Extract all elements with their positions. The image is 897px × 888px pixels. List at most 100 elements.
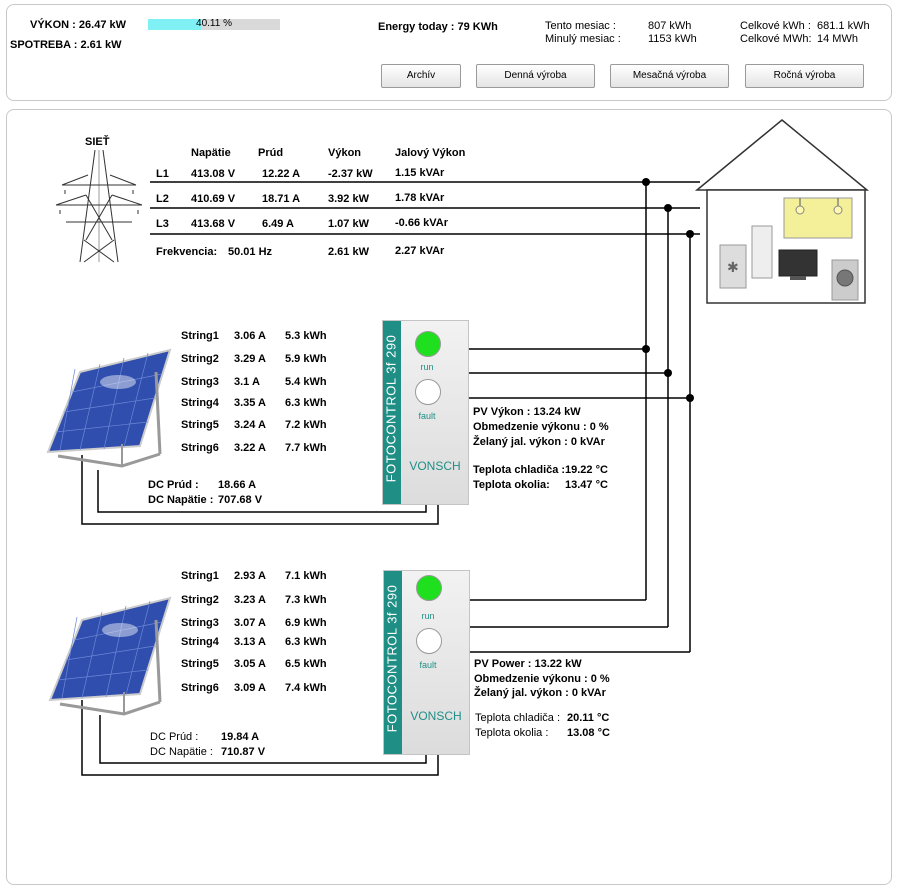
string-energy: 5.4 kWh bbox=[285, 376, 327, 388]
run-led-icon bbox=[416, 575, 442, 601]
phase-l2-reactive: 1.78 kVAr bbox=[395, 192, 445, 204]
col-prud: Prúd bbox=[258, 147, 284, 159]
string-energy: 7.3 kWh bbox=[285, 594, 327, 606]
string-name: String1 bbox=[181, 330, 219, 342]
string-name: String6 bbox=[181, 442, 219, 454]
grid-title: SIEŤ bbox=[85, 136, 110, 148]
dc-napatie-value-2: 710.87 V bbox=[221, 746, 266, 758]
string-name: String4 bbox=[181, 636, 219, 648]
obmedzenie-2: Obmedzenie výkonu : 0 % bbox=[474, 673, 610, 685]
inverter-model-strip: FOTOCONTROL 3f 290 bbox=[384, 571, 402, 754]
string-current: 3.09 A bbox=[234, 682, 267, 694]
dc-prud-value-2: 19.84 A bbox=[221, 731, 260, 743]
dc-napatie-value: 707.68 V bbox=[218, 494, 263, 506]
teplota-okolia-value-1: 13.47 °C bbox=[565, 479, 608, 491]
inverter-model-text: FOTOCONTROL 3f 290 bbox=[384, 584, 400, 733]
string-name: String5 bbox=[181, 658, 219, 670]
frekvencia-value: 50.01 Hz bbox=[228, 246, 273, 258]
string-energy: 6.3 kWh bbox=[285, 397, 327, 409]
string-energy: 7.1 kWh bbox=[285, 570, 327, 582]
pv-power-1: PV Výkon : 13.24 kW bbox=[473, 406, 581, 418]
phase-l3-current: 6.49 A bbox=[262, 218, 295, 230]
run-label: run bbox=[421, 611, 435, 621]
string-name: String3 bbox=[181, 376, 219, 388]
string-current: 3.35 A bbox=[234, 397, 267, 409]
phase-l2-label: L2 bbox=[156, 193, 169, 205]
dc-prud-value: 18.66 A bbox=[218, 479, 257, 491]
string-energy: 7.2 kWh bbox=[285, 419, 327, 431]
phase-l3-voltage: 413.68 V bbox=[191, 218, 236, 230]
string-name: String2 bbox=[181, 353, 219, 365]
string-name: String6 bbox=[181, 682, 219, 694]
phase-l3-label: L3 bbox=[156, 218, 169, 230]
teplota-okolia-label-2: Teplota okolia : bbox=[475, 727, 549, 739]
string-current: 3.1 A bbox=[234, 376, 260, 388]
solar-panel-icon-2 bbox=[48, 596, 172, 716]
teplota-chladica-label-1: Teplota chladiča : bbox=[473, 464, 566, 476]
string-energy: 7.7 kWh bbox=[285, 442, 327, 454]
string-current: 3.22 A bbox=[234, 442, 267, 454]
phase-l2-voltage: 410.69 V bbox=[191, 193, 236, 205]
inverter-model-text: FOTOCONTROL 3f 290 bbox=[383, 334, 399, 483]
run-label: run bbox=[420, 362, 434, 372]
string-name: String1 bbox=[181, 570, 219, 582]
total-power: 2.61 kW bbox=[328, 246, 369, 258]
string-name: String5 bbox=[181, 419, 219, 431]
phase-l2-current: 18.71 A bbox=[262, 193, 301, 205]
dc-napatie-label: DC Napätie : bbox=[148, 494, 214, 506]
string-energy: 5.9 kWh bbox=[285, 353, 327, 365]
string-name: String4 bbox=[181, 397, 219, 409]
col-jalovy-vykon: Jalový Výkon bbox=[395, 147, 466, 159]
string-name: String3 bbox=[181, 617, 219, 629]
svg-text:✱: ✱ bbox=[727, 259, 739, 275]
vonsch-logo: VONSCH bbox=[410, 709, 462, 723]
string-current: 3.29 A bbox=[234, 353, 267, 365]
string-current: 3.07 A bbox=[234, 617, 267, 629]
inverter-1-device: FOTOCONTROL 3f 290 run fault VONSCH bbox=[382, 320, 469, 505]
dc-napatie-label-2: DC Napätie : bbox=[150, 746, 213, 758]
col-napatie: Napätie bbox=[191, 147, 231, 159]
phase-l1-reactive: 1.15 kVAr bbox=[395, 167, 445, 179]
vonsch-logo: VONSCH bbox=[409, 459, 461, 473]
phase-l1-voltage: 413.08 V bbox=[191, 168, 236, 180]
solar-panel-icon-1 bbox=[46, 348, 172, 468]
dc-prud-label: DC Prúd : bbox=[148, 479, 199, 491]
run-led-icon bbox=[415, 331, 441, 357]
string-current: 2.93 A bbox=[234, 570, 267, 582]
fault-label: fault bbox=[418, 411, 436, 421]
string-name: String2 bbox=[181, 594, 219, 606]
dc-prud-label-2: DC Prúd : bbox=[150, 731, 199, 743]
fault-label: fault bbox=[419, 660, 437, 670]
obmedzenie-1: Obmedzenie výkonu : 0 % bbox=[473, 421, 609, 433]
phase-l3-power: 1.07 kW bbox=[328, 218, 369, 230]
inverter-model-strip: FOTOCONTROL 3f 290 bbox=[383, 321, 401, 504]
teplota-chladica-value-1: 19.22 °C bbox=[565, 464, 608, 476]
string-energy: 6.5 kWh bbox=[285, 658, 327, 670]
teplota-chladica-value-2: 20.11 °C bbox=[567, 712, 610, 724]
string-current: 3.13 A bbox=[234, 636, 267, 648]
total-reactive: 2.27 kVAr bbox=[395, 245, 445, 257]
teplota-chladica-label-2: Teplota chladiča : bbox=[475, 712, 560, 724]
phase-l1-power: -2.37 kW bbox=[328, 168, 373, 180]
phase-l2-power: 3.92 kW bbox=[328, 193, 369, 205]
phase-l1-label: L1 bbox=[156, 168, 169, 180]
frekvencia-label: Frekvencia: bbox=[156, 246, 218, 258]
phase-l1-current: 12.22 A bbox=[262, 168, 301, 180]
col-vykon: Výkon bbox=[328, 147, 362, 159]
teplota-okolia-value-2: 13.08 °C bbox=[567, 727, 610, 739]
string-energy: 5.3 kWh bbox=[285, 330, 327, 342]
string-current: 3.06 A bbox=[234, 330, 267, 342]
phase-l3-reactive: -0.66 kVAr bbox=[395, 217, 448, 229]
zelany-1: Želaný jal. výkon : 0 kVAr bbox=[473, 436, 605, 448]
string-current: 3.05 A bbox=[234, 658, 267, 670]
string-current: 3.23 A bbox=[234, 594, 267, 606]
teplota-okolia-label-1: Teplota okolia: bbox=[473, 479, 550, 491]
string-energy: 6.3 kWh bbox=[285, 636, 327, 648]
fault-led-icon bbox=[415, 379, 441, 405]
string-energy: 7.4 kWh bbox=[285, 682, 327, 694]
pylon-icon bbox=[55, 149, 143, 263]
fault-led-icon bbox=[416, 628, 442, 654]
string-energy: 6.9 kWh bbox=[285, 617, 327, 629]
zelany-2: Želaný jal. výkon : 0 kVAr bbox=[474, 687, 606, 699]
string-current: 3.24 A bbox=[234, 419, 267, 431]
